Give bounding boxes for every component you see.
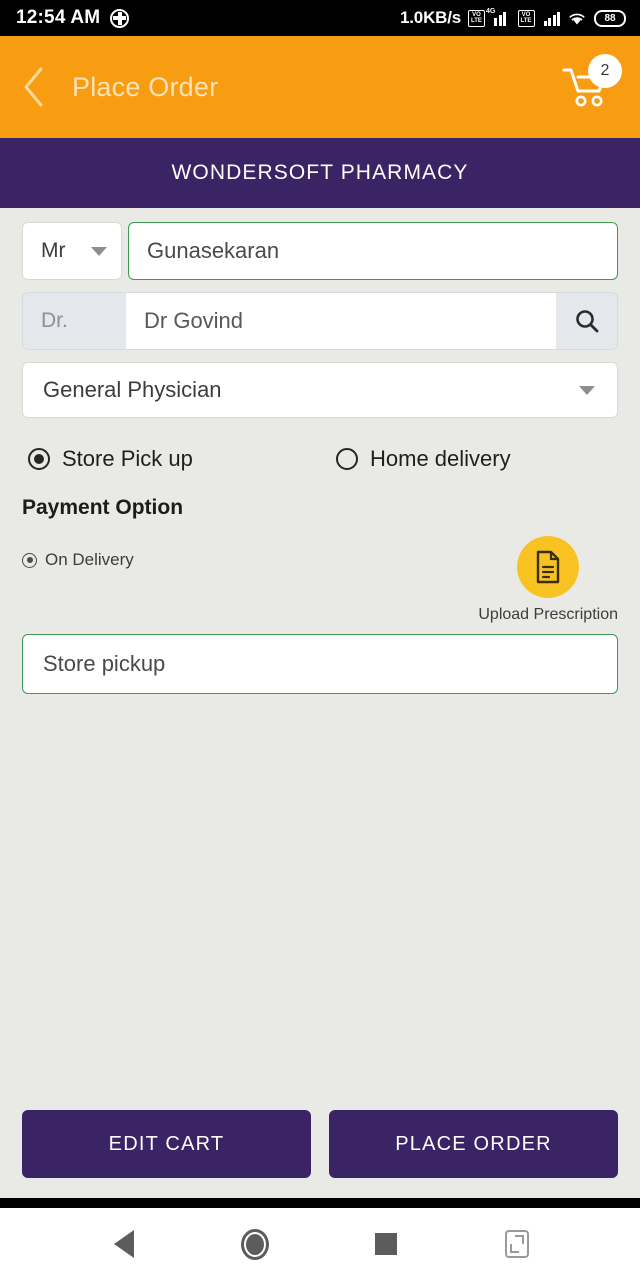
- radio-home-delivery-label: Home delivery: [370, 446, 511, 471]
- radio-icon-selected-small: [22, 552, 37, 568]
- upload-prescription-circle: [517, 536, 580, 598]
- doctor-prefix-text: Dr.: [41, 309, 68, 332]
- circle-home-icon: [240, 1228, 269, 1260]
- doctor-prefix-label: Dr.: [22, 292, 126, 350]
- specialty-dropdown[interactable]: General Physician: [22, 362, 618, 418]
- radio-home-delivery[interactable]: Home delivery: [336, 446, 511, 472]
- back-button[interactable]: [14, 67, 54, 107]
- square-recents-icon: [374, 1233, 397, 1255]
- customer-name-input[interactable]: [128, 222, 618, 280]
- pharmacy-name-text: WONDERSOFT PHARMACY: [171, 161, 469, 184]
- signal-bars-icon-1: 4G: [486, 8, 511, 26]
- android-nav-bar: [0, 1208, 640, 1280]
- radio-on-delivery[interactable]: On Delivery: [22, 550, 134, 570]
- android-status-bar: 12:54 AM 1.0KB/s VO LTE 4G VO LTE 88: [0, 0, 640, 36]
- nav-recents-button[interactable]: [361, 1219, 411, 1269]
- doctor-search-button[interactable]: [556, 292, 618, 350]
- split-screen-icon: [504, 1230, 529, 1258]
- radio-store-pickup-label: Store Pick up: [62, 446, 193, 471]
- network-type-label: 4G: [486, 8, 496, 15]
- document-upload-icon: [536, 550, 560, 584]
- signal-bars-icon-2: [542, 10, 560, 26]
- doctor-row: Dr.: [22, 292, 618, 350]
- nav-back-button[interactable]: [99, 1219, 149, 1269]
- radio-on-delivery-label: On Delivery: [45, 550, 134, 569]
- radio-store-pickup[interactable]: Store Pick up: [0, 446, 336, 472]
- app-bar: Place Order 2: [0, 36, 640, 138]
- specialty-dropdown-value: General Physician: [43, 377, 222, 402]
- pharmacy-name-banner: WONDERSOFT PHARMACY: [0, 138, 640, 208]
- radio-icon-unselected: [336, 448, 358, 470]
- chevron-down-icon: [91, 246, 107, 256]
- cart-button[interactable]: 2: [558, 54, 622, 114]
- chevron-left-icon: [24, 67, 43, 107]
- payment-row: On Delivery Upload Prescription: [0, 520, 640, 624]
- title-dropdown[interactable]: Mr: [22, 222, 122, 280]
- battery-indicator: 88: [594, 9, 626, 27]
- nav-bar-divider: [0, 1198, 640, 1208]
- nav-home-button[interactable]: [230, 1219, 280, 1269]
- action-button-bar: EDIT CART PLACE ORDER: [0, 1110, 640, 1198]
- page-title: Place Order: [72, 71, 219, 102]
- wifi-icon: [569, 13, 585, 25]
- cart-count-badge: 2: [588, 54, 622, 88]
- place-order-button[interactable]: PLACE ORDER: [329, 1110, 618, 1178]
- edit-cart-button[interactable]: EDIT CART: [22, 1110, 311, 1178]
- volte-icon-1: VO LTE: [468, 9, 485, 27]
- radio-icon-selected: [28, 448, 50, 470]
- volte-icon-2: VO LTE: [517, 9, 535, 27]
- chevron-down-icon: [579, 385, 595, 395]
- status-bar-right: 1.0KB/s VO LTE 4G VO LTE 88: [400, 8, 626, 28]
- triangle-back-icon: [113, 1230, 134, 1258]
- upload-prescription-button[interactable]: Upload Prescription: [478, 536, 618, 624]
- nav-split-screen-button[interactable]: [492, 1219, 542, 1269]
- customer-name-row: Mr: [22, 222, 618, 280]
- status-clock: 12:54 AM: [16, 7, 101, 28]
- title-dropdown-value: Mr: [41, 239, 66, 262]
- delivery-method-group: Store Pick up Home delivery: [0, 432, 640, 482]
- dot-grid-icon: [110, 8, 130, 28]
- pickup-note-input[interactable]: [22, 634, 618, 694]
- status-bar-left: 12:54 AM: [16, 7, 130, 29]
- order-form: Mr Dr. General Physician: [0, 208, 640, 418]
- network-speed-text: 1.0KB/s: [400, 8, 461, 27]
- search-icon: [575, 310, 598, 333]
- upload-prescription-label: Upload Prescription: [478, 606, 618, 623]
- doctor-name-input[interactable]: [126, 292, 556, 350]
- payment-option-heading: Payment Option: [22, 496, 184, 519]
